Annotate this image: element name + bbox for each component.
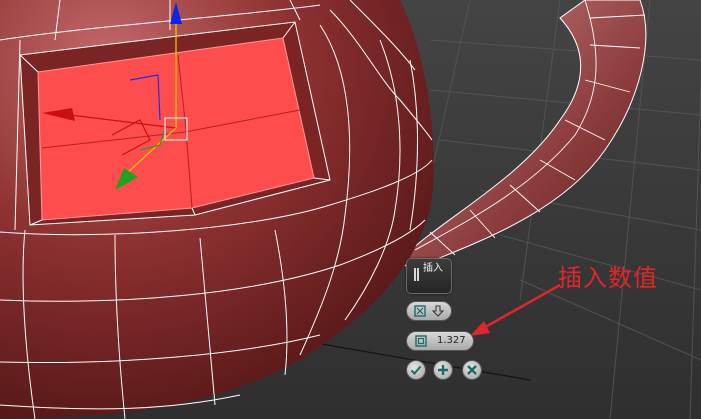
viewport-scene[interactable] — [0, 0, 701, 419]
cancel-button[interactable] — [462, 360, 482, 380]
annotation-label: 插入数值 — [558, 264, 658, 292]
caddy-title-label: 插入 — [423, 263, 443, 274]
inset-amount-spinner[interactable]: 1.327 — [406, 331, 474, 351]
apply-and-continue-button[interactable] — [433, 360, 453, 380]
group-mode-icon — [414, 305, 426, 317]
inset-type-dropdown[interactable] — [406, 301, 452, 321]
inset-amount-value[interactable]: 1.327 — [437, 335, 466, 347]
ok-button[interactable] — [406, 360, 426, 380]
down-arrow-icon — [432, 305, 444, 317]
inset-amount-icon — [415, 335, 427, 347]
caddy-grip-handle[interactable] — [414, 268, 419, 281]
checkmark-icon — [410, 365, 422, 375]
viewport[interactable]: 插入 1.327 插入数值 — [0, 0, 701, 419]
inset-caddy-title[interactable]: 插入 — [406, 258, 452, 294]
x-icon — [467, 365, 477, 375]
plus-icon — [438, 365, 448, 375]
